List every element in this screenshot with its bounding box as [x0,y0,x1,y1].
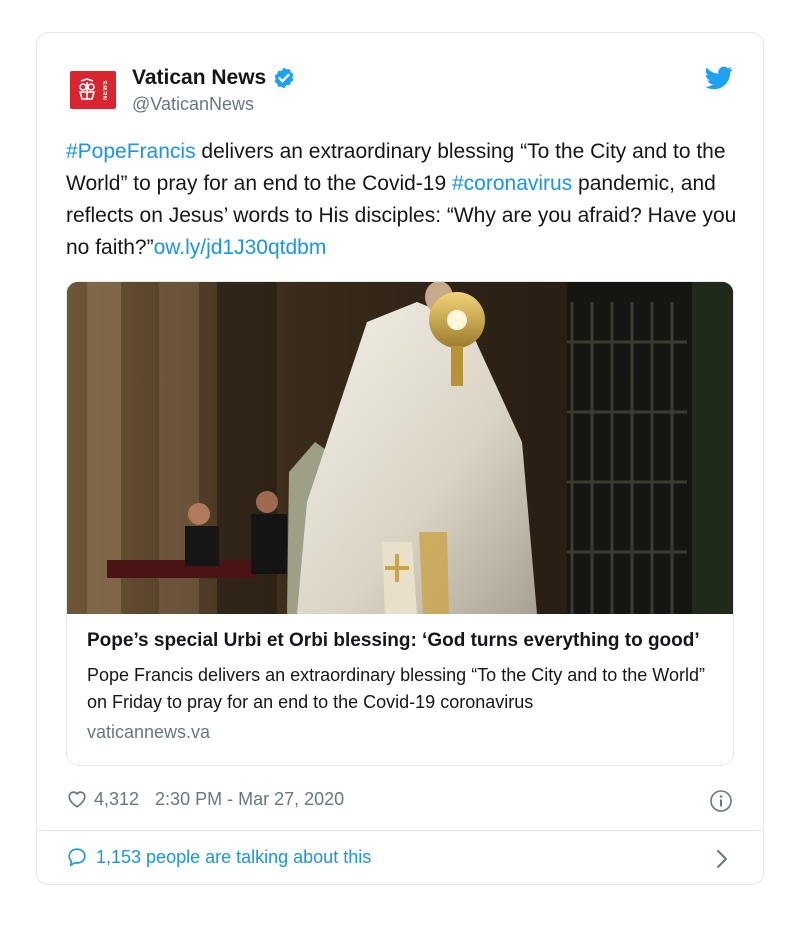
link-preview-description: Pope Francis delivers an extraordinary b… [87,665,705,712]
vatican-emblem-icon [78,78,96,100]
like-count[interactable]: 4,312 [94,789,139,810]
link-preview-body: Pope’s special Urbi et Orbi blessing: ‘G… [87,628,717,743]
tweet-timestamp[interactable]: 2:30 PM - Mar 27, 2020 [155,789,344,810]
info-icon[interactable] [709,789,733,813]
vatican-news-logo[interactable]: NEWS [70,71,116,109]
verified-badge-icon [274,67,294,89]
hashtag-popefrancis-link[interactable]: #PopeFrancis [66,140,196,163]
tweet-meta-row: 4,312 2:30 PM - Mar 27, 2020 [66,788,344,810]
link-preview-domain: vaticannews.va [87,722,211,742]
link-preview-card[interactable]: Pope’s special Urbi et Orbi blessing: ‘G… [66,281,734,766]
tweet-card: NEWS Vatican News @VaticanNews #PopeFran… [36,32,764,885]
author-display-name[interactable]: Vatican News [132,66,266,90]
footer-divider [37,830,763,831]
twitter-bird-icon[interactable] [705,66,733,90]
hashtag-coronavirus-link[interactable]: #coronavirus [452,172,572,195]
chevron-right-icon[interactable] [715,848,729,870]
link-preview-image [67,282,733,614]
heart-icon[interactable] [66,788,88,810]
talking-count-text: 1,153 people are talking about this [96,846,372,867]
author-handle[interactable]: @VaticanNews [132,94,254,115]
tweet-text: #PopeFrancis delivers an extraordinary b… [66,136,746,264]
conversation-link[interactable]: 1,153 people are talking about this [66,846,371,868]
link-preview-title[interactable]: Pope’s special Urbi et Orbi blessing: ‘G… [87,628,717,654]
logo-news-text: NEWS [103,80,109,100]
tweet-url-link[interactable]: ow.ly/jd1J30qtdbm [154,236,327,259]
author-name-row: Vatican News [132,66,296,90]
speech-bubble-icon [68,848,86,867]
